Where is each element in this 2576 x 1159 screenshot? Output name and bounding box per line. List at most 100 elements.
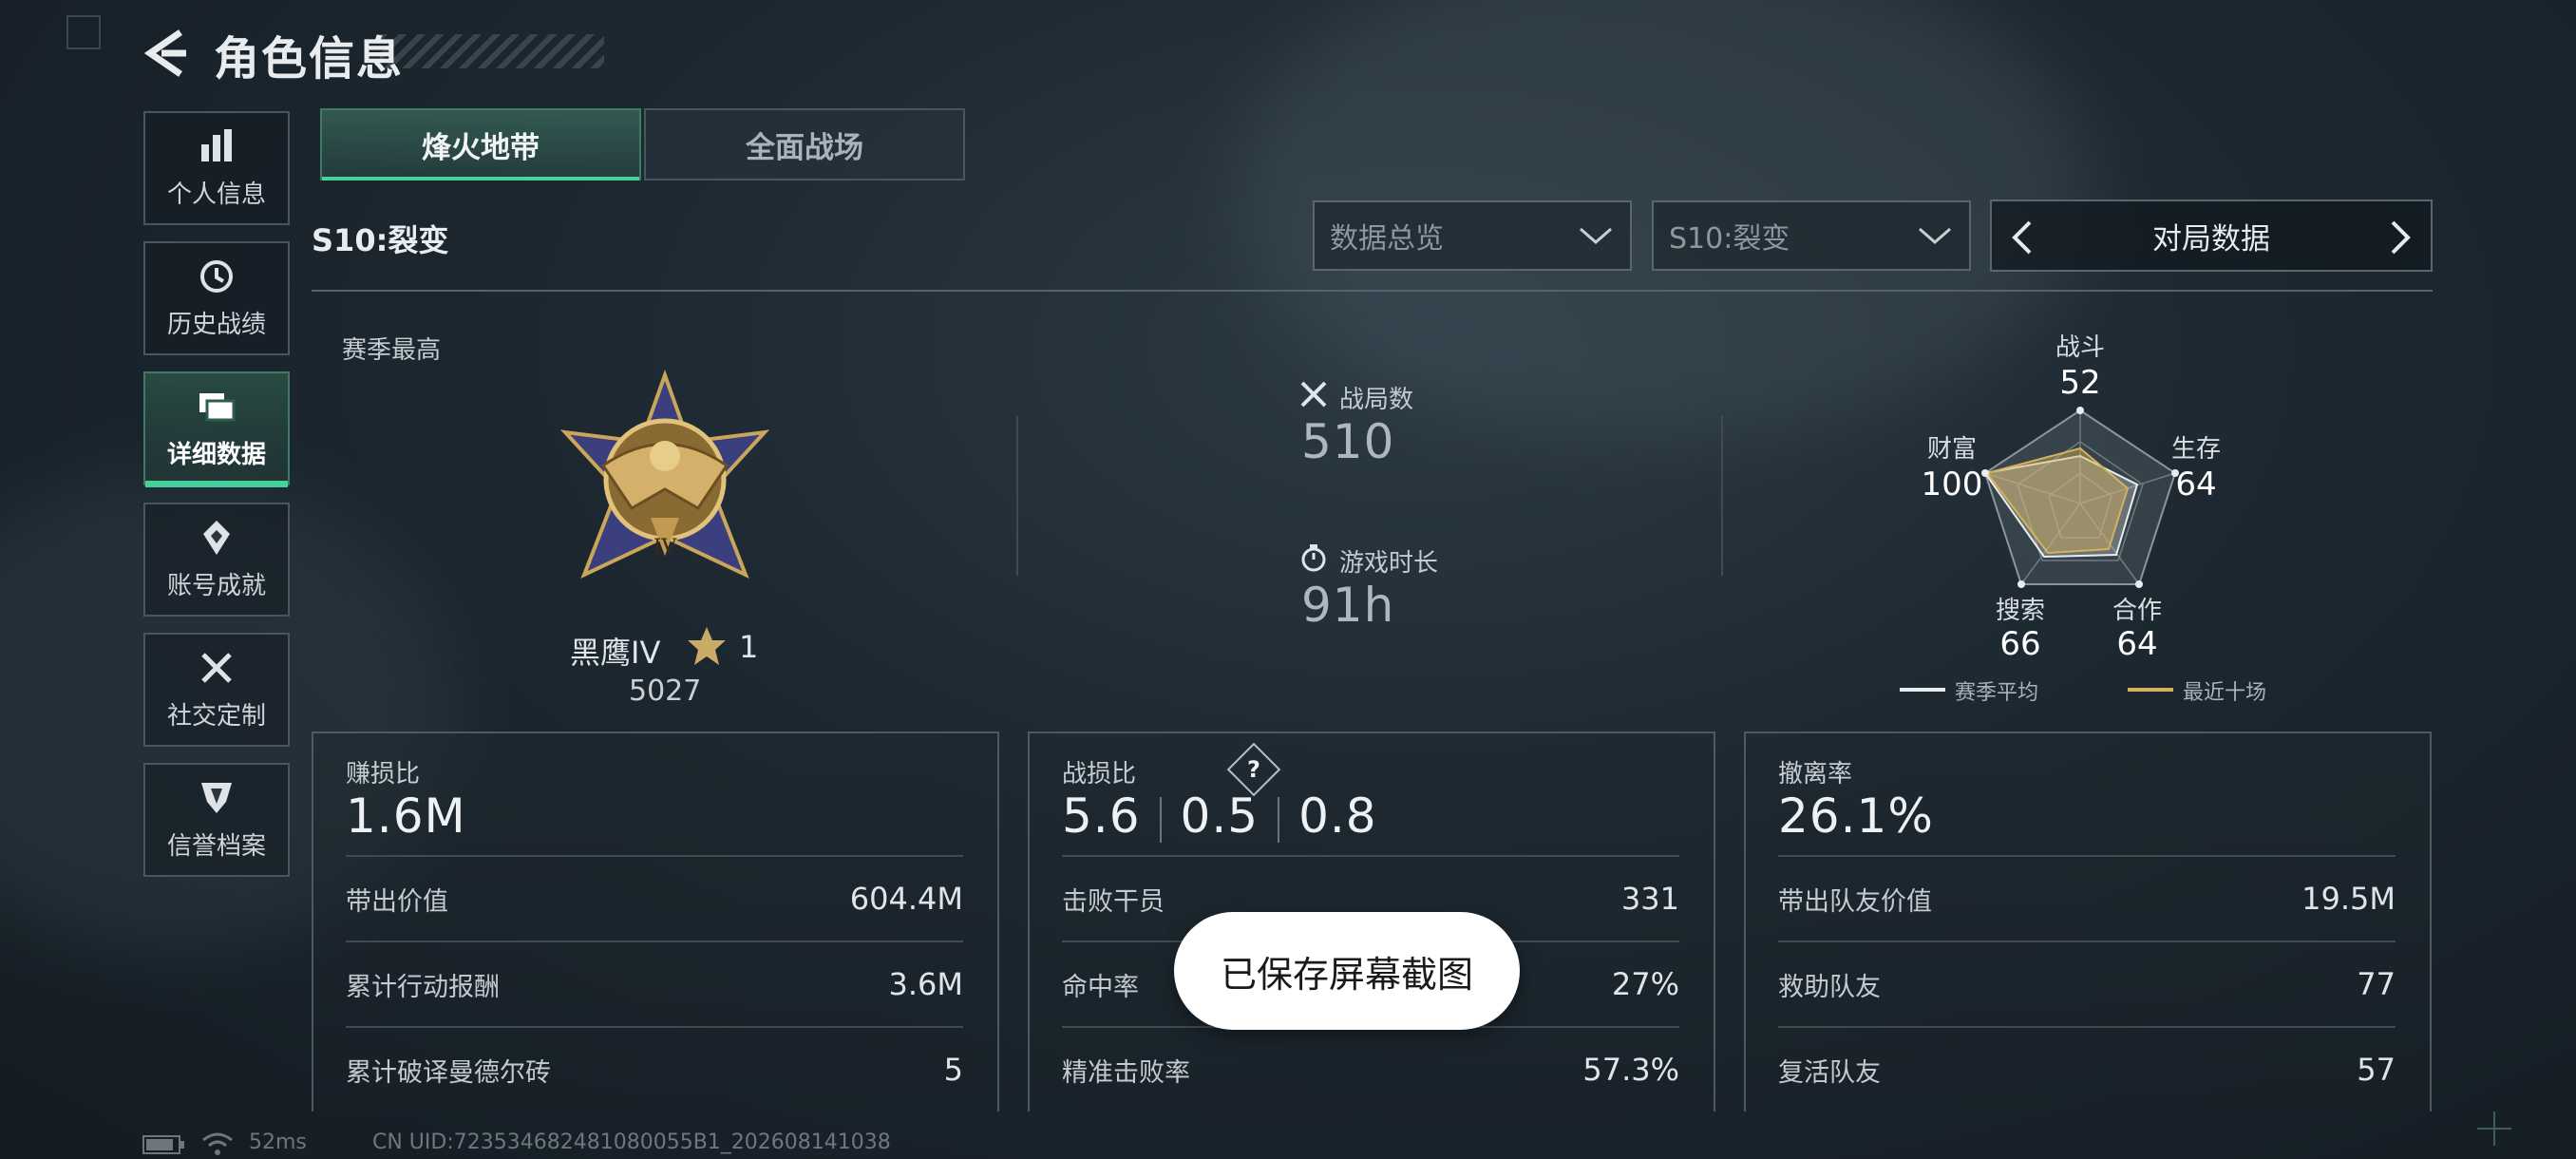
chevron-down-icon: [1919, 227, 1951, 244]
chevron-down-icon: [1580, 227, 1612, 244]
crossed-swords-icon: [1300, 381, 1327, 408]
radar-value-combat: 52: [2059, 364, 2101, 402]
page-title: 角色信息: [214, 32, 405, 86]
playtime-label: 游戏时长: [1339, 549, 1439, 578]
season-label: S10:裂变: [312, 222, 449, 258]
stat-row: 带出价值 604.4M: [346, 855, 963, 940]
stat-row-label: 击败干员: [1062, 886, 1165, 917]
view-select[interactable]: 数据总览: [1313, 200, 1632, 271]
help-icon-glyph: ?: [1247, 756, 1260, 783]
legend-swatch-recent: [2128, 688, 2173, 692]
kd-value: 5.6: [1062, 788, 1141, 844]
corner-crosshair-icon: [2477, 1112, 2511, 1146]
corner-frame-icon: [66, 15, 101, 49]
history-clock-icon: [200, 259, 233, 293]
sidebar-item-profile[interactable]: 个人信息: [143, 111, 290, 225]
achievement-icon: [203, 520, 230, 555]
sidebar-item-credit[interactable]: 信誉档案: [143, 763, 290, 877]
matches-label: 战局数: [1339, 386, 1414, 414]
radar-value-cooperation: 64: [2116, 625, 2158, 663]
sidebar-item-label: 社交定制: [166, 701, 266, 731]
radar-value-survival: 64: [2175, 466, 2217, 504]
radar-label-search: 搜索: [1995, 597, 2045, 625]
chevron-left-icon[interactable]: [2005, 218, 2039, 256]
stat-row-value: 57: [2357, 1052, 2396, 1088]
stat-row-value: 19.5M: [2301, 881, 2396, 917]
title-decoration: [380, 34, 604, 68]
sidebar-item-label: 个人信息: [166, 180, 266, 209]
stat-row-label: 累计行动报酬: [346, 972, 500, 1002]
card-title: 撤离率: [1778, 760, 1853, 788]
stat-row: 带出队友价值 19.5M: [1778, 855, 2396, 940]
stat-row-label: 命中率: [1062, 972, 1139, 1002]
tab-hazard-zone[interactable]: 烽火地带: [320, 108, 641, 180]
card-title: 赚损比: [346, 760, 421, 788]
card-main-value: 5.6 0.5 0.8: [1062, 788, 1377, 844]
bar-chart-icon: [201, 128, 232, 162]
data-pager: 对局数据: [1990, 200, 2433, 272]
value-separator: [1159, 796, 1162, 843]
kd-value: 0.5: [1180, 788, 1260, 844]
extraction-card: 撤离率 26.1% 带出队友价值 19.5M 救助队友 77 复活队友 57: [1744, 732, 2432, 1112]
card-main-value: 26.1%: [1778, 788, 1934, 844]
wifi-icon: [202, 1132, 233, 1155]
tab-full-war[interactable]: 全面战场: [644, 108, 965, 180]
stat-row-value: 3.6M: [888, 966, 964, 1002]
uid-text: CN UID:723534682481080055B1_202608141038: [372, 1130, 891, 1154]
sidebar-item-detailed-data[interactable]: 详细数据: [143, 371, 290, 487]
pager-label: 对局数据: [2152, 221, 2270, 256]
stat-row-label: 带出队友价值: [1778, 886, 1932, 917]
stat-row: 复活队友 57: [1778, 1026, 2396, 1112]
sidebar-item-label: 历史战绩: [166, 310, 266, 339]
rank-star-count: 1: [739, 629, 759, 665]
season-select-value: S10:裂变: [1669, 222, 1790, 256]
radar-value-wealth: 100: [1921, 466, 1983, 504]
sidebar-item-label: 信誉档案: [166, 831, 266, 861]
ping-value: 52ms: [249, 1130, 307, 1154]
view-select-value: 数据总览: [1330, 222, 1444, 256]
star-icon: [688, 627, 726, 665]
stat-row-value: 604.4M: [849, 881, 963, 917]
sidebar-item-achievements[interactable]: 账号成就: [143, 503, 290, 617]
matches-value: 510: [1301, 414, 1395, 469]
stat-row-value: 77: [2357, 966, 2396, 1002]
stat-row: 累计行动报酬 3.6M: [346, 940, 963, 1026]
stat-row-value: 27%: [1611, 966, 1679, 1002]
card-title: 战损比: [1062, 760, 1137, 788]
season-best-label: 赛季最高: [342, 336, 442, 365]
stat-row: 精准击败率 57.3%: [1062, 1026, 1679, 1112]
kd-value: 0.8: [1298, 788, 1377, 844]
sidebar-item-social[interactable]: 社交定制: [143, 633, 290, 747]
radar-label-cooperation: 合作: [2112, 597, 2162, 625]
battery-icon: [142, 1135, 184, 1154]
stopwatch-icon: [1301, 544, 1326, 572]
stat-row-value: 57.3%: [1582, 1052, 1679, 1088]
season-select[interactable]: S10:裂变: [1652, 200, 1971, 271]
divider: [1016, 416, 1018, 576]
stat-row-label: 复活队友: [1778, 1057, 1881, 1088]
rank-score: 5027: [629, 674, 702, 708]
legend-swatch-season-avg: [1900, 688, 1945, 692]
legend-season-avg: 赛季平均: [1955, 681, 2039, 705]
playtime-value: 91h: [1301, 578, 1395, 633]
stat-row-label: 带出价值: [346, 886, 448, 917]
stat-row-label: 救助队友: [1778, 972, 1881, 1002]
sidebar-item-history[interactable]: 历史战绩: [143, 241, 290, 355]
radar-label-combat: 战斗: [2055, 333, 2105, 362]
stat-row: 救助队友 77: [1778, 940, 2396, 1026]
stat-row-value: 5: [943, 1052, 963, 1088]
stat-row-value: 331: [1620, 881, 1679, 917]
value-separator: [1278, 796, 1280, 843]
chevron-right-icon[interactable]: [2383, 218, 2417, 256]
stat-row-label: 精准击败率: [1062, 1057, 1190, 1088]
rank-name: 黑鹰IV: [570, 635, 661, 671]
stat-row-label: 累计破译曼德尔砖: [346, 1057, 551, 1088]
card-main-value: 1.6M: [346, 788, 466, 844]
svg-text:IV: IV: [653, 536, 678, 560]
radar-label-survival: 生存: [2170, 435, 2221, 464]
back-arrow-icon[interactable]: [142, 27, 188, 80]
credit-shield-icon: [201, 782, 232, 813]
radar-label-wealth: 财富: [1926, 435, 1977, 464]
divider: [1721, 416, 1723, 576]
screenshot-saved-toast: 已保存屏幕截图: [1174, 912, 1520, 1030]
